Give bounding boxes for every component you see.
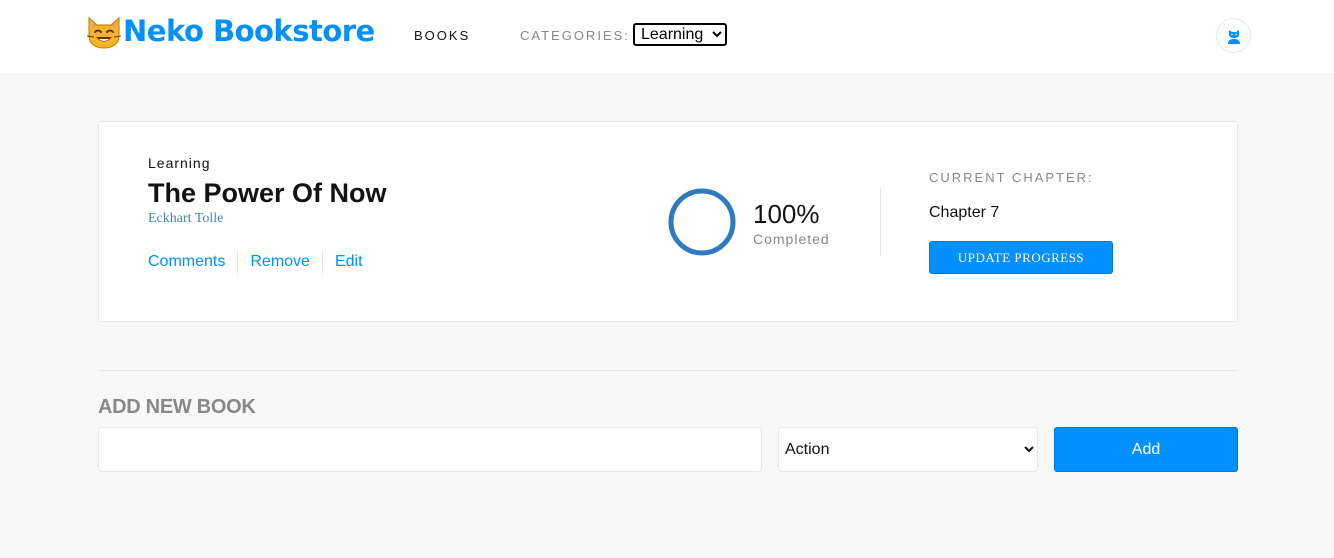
book-author[interactable]: Eckhart Tolle	[148, 211, 223, 227]
book-title: The Power Of Now	[148, 178, 387, 208]
progress-divider	[880, 188, 881, 256]
book-card: Learning The Power Of Now Eckhart Tolle …	[98, 121, 1238, 322]
logo[interactable]: Neko Bookstore	[85, 12, 375, 50]
section-divider	[98, 370, 1238, 371]
update-progress-button[interactable]: UPDATE PROGRESS	[929, 241, 1113, 274]
book-genre: Learning	[148, 155, 211, 171]
progress-label: Completed	[753, 231, 830, 247]
book-title-input[interactable]	[98, 427, 762, 472]
progress-percent: 100%	[753, 199, 820, 229]
progress-ring	[668, 188, 736, 256]
cat-face-icon	[86, 16, 122, 49]
book-actions: Comments Remove Edit	[148, 250, 375, 274]
nav-categories-label: CATEGORIES:	[520, 28, 630, 43]
comments-button[interactable]: Comments	[148, 250, 239, 274]
current-chapter-value: Chapter 7	[929, 204, 1000, 221]
edit-button[interactable]: Edit	[323, 250, 375, 274]
current-chapter-label: CURRENT CHAPTER:	[929, 170, 1094, 185]
remove-button[interactable]: Remove	[238, 250, 323, 274]
add-book-button[interactable]: Add	[1054, 427, 1238, 472]
cat-user-icon	[1227, 29, 1240, 44]
add-book-heading: ADD NEW BOOK	[98, 396, 256, 418]
user-button[interactable]	[1216, 18, 1251, 53]
book-category-select[interactable]: Action	[778, 427, 1038, 472]
nav-link-books[interactable]: BOOKS	[414, 28, 470, 43]
logo-text: Neko Bookstore	[123, 14, 375, 48]
top-navbar: Neko Bookstore BOOKS CATEGORIES: Learnin…	[0, 0, 1334, 73]
nav-categories-select[interactable]: Learning	[633, 23, 727, 46]
